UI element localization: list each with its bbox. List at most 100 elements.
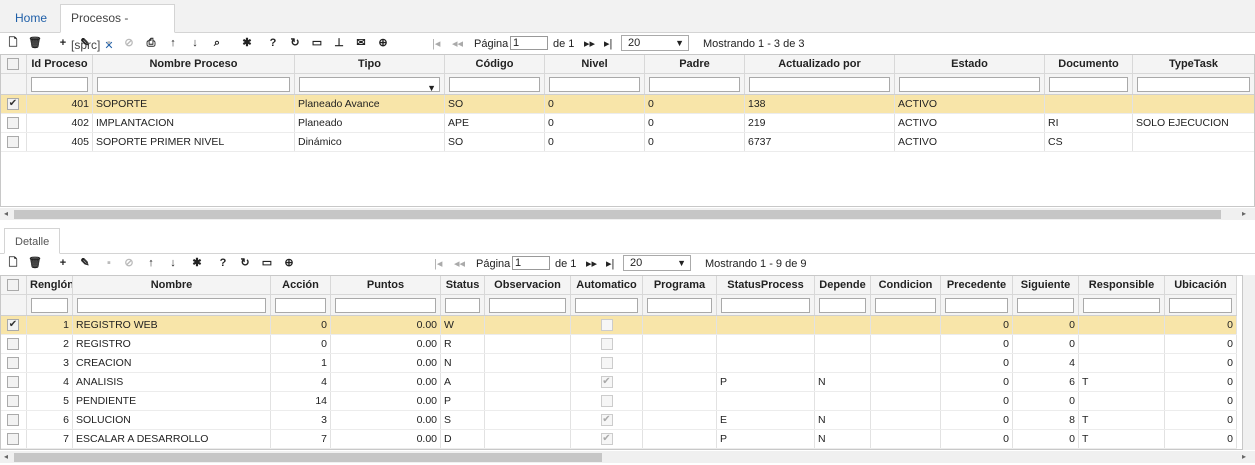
- refresh-icon[interactable]: ↻: [238, 256, 252, 271]
- arrow-up-icon[interactable]: ↑: [144, 256, 158, 271]
- scroll-right-icon[interactable]: ▸: [1242, 208, 1246, 220]
- table-row[interactable]: ✔ 1 REGISTRO WEB 0 0.00 W 0 0 0: [1, 316, 1237, 335]
- filter-input[interactable]: [575, 298, 638, 313]
- row-select-cell[interactable]: [1, 373, 27, 391]
- table-row[interactable]: 405 SOPORTE PRIMER NIVEL Dinámico SO 0 0 6737 A…: [1, 133, 1254, 152]
- filter-input[interactable]: [1169, 298, 1232, 313]
- filter-input[interactable]: [31, 298, 68, 313]
- row-select-cell[interactable]: ✔: [1, 95, 27, 113]
- filter-input[interactable]: [31, 77, 88, 92]
- row-checkbox[interactable]: [7, 357, 19, 369]
- row-select-cell[interactable]: [1, 133, 27, 151]
- select-all-cell[interactable]: [1, 276, 27, 294]
- filter-input[interactable]: [449, 77, 540, 92]
- filter-input[interactable]: [275, 298, 326, 313]
- row-checkbox[interactable]: ✔: [7, 98, 19, 110]
- plus-circle-icon[interactable]: ⊕: [376, 36, 390, 51]
- filter-input[interactable]: [649, 77, 740, 92]
- cancel-icon[interactable]: ⊘: [122, 36, 136, 51]
- tab-detalle[interactable]: Detalle: [4, 228, 61, 254]
- prev-page-icon[interactable]: ◂◂: [454, 256, 465, 272]
- first-page-icon[interactable]: |◂: [432, 36, 440, 52]
- filter-input[interactable]: [335, 298, 436, 313]
- filter-input[interactable]: [549, 77, 640, 92]
- filter-input[interactable]: [77, 298, 266, 313]
- edit-icon[interactable]: ✎: [78, 256, 92, 271]
- filter-input[interactable]: [1083, 298, 1160, 313]
- help-icon[interactable]: ?: [266, 36, 280, 51]
- trash-icon[interactable]: 🗑: [28, 36, 42, 51]
- filter-input[interactable]: [445, 298, 480, 313]
- filter-input[interactable]: [97, 77, 290, 92]
- arrow-down-icon[interactable]: ↓: [166, 256, 180, 271]
- table-row[interactable]: 4 ANALISIS 4 0.00 A ✔ P N 0 6 T 0: [1, 373, 1237, 392]
- row-checkbox[interactable]: [7, 395, 19, 407]
- last-page-icon[interactable]: ▸|: [606, 256, 614, 272]
- row-checkbox[interactable]: [7, 376, 19, 388]
- filter-input[interactable]: [1049, 77, 1128, 92]
- page-size-select[interactable]: 20 ▼: [623, 255, 691, 271]
- table-row[interactable]: 3 CREACION 1 0.00 N 0 4 0: [1, 354, 1237, 373]
- next-page-icon[interactable]: ▸▸: [584, 36, 595, 52]
- row-checkbox[interactable]: [7, 117, 19, 129]
- cancel-icon[interactable]: ⊘: [122, 256, 136, 271]
- new-file-icon[interactable]: 🗋: [6, 36, 20, 51]
- next-page-icon[interactable]: ▸▸: [586, 256, 597, 272]
- save-icon[interactable]: ▪: [102, 256, 116, 271]
- gear-icon[interactable]: ✱: [190, 256, 204, 271]
- table-row[interactable]: 7 ESCALAR A DESARROLLO 7 0.00 D ✔ P N 0 0 T 0: [1, 430, 1237, 449]
- filter-input[interactable]: [819, 298, 866, 313]
- scroll-thumb[interactable]: [14, 453, 602, 462]
- comment-icon[interactable]: ▭: [310, 36, 324, 51]
- trash-icon[interactable]: 🗑: [28, 256, 42, 271]
- filter-input[interactable]: [489, 298, 566, 313]
- gear-icon[interactable]: ✱: [240, 36, 254, 51]
- table-row[interactable]: 5 PENDIENTE 14 0.00 P 0 0 0: [1, 392, 1237, 411]
- detail-grid-vscroll[interactable]: [1243, 275, 1255, 450]
- last-page-icon[interactable]: ▸|: [604, 36, 612, 52]
- page-size-select[interactable]: 20 ▼: [621, 35, 689, 51]
- row-checkbox[interactable]: [7, 414, 19, 426]
- scroll-thumb[interactable]: [14, 210, 1221, 219]
- filter-input[interactable]: [1017, 298, 1074, 313]
- tab-home[interactable]: Home: [4, 4, 57, 33]
- select-all-cell[interactable]: [1, 55, 27, 73]
- filter-input[interactable]: [1137, 77, 1250, 92]
- comment-icon[interactable]: ▭: [260, 256, 274, 271]
- row-select-cell[interactable]: [1, 392, 27, 410]
- tab-procesos[interactable]: Procesos -[sprc] ✕: [60, 4, 175, 52]
- filter-input[interactable]: [875, 298, 936, 313]
- row-checkbox[interactable]: [7, 136, 19, 148]
- filter-input[interactable]: [899, 77, 1040, 92]
- table-row[interactable]: 2 REGISTRO 0 0.00 R 0 0 0: [1, 335, 1237, 354]
- row-select-cell[interactable]: [1, 354, 27, 372]
- add-icon[interactable]: +: [56, 36, 70, 51]
- select-all-checkbox[interactable]: [7, 279, 19, 291]
- new-file-icon[interactable]: 🗋: [6, 256, 20, 271]
- row-checkbox[interactable]: [7, 338, 19, 350]
- page-input[interactable]: 1: [510, 36, 548, 50]
- edit-icon[interactable]: ✎: [78, 36, 92, 51]
- row-select-cell[interactable]: [1, 411, 27, 429]
- table-row[interactable]: 6 SOLUCION 3 0.00 S ✔ E N 0 8 T 0: [1, 411, 1237, 430]
- filter-select[interactable]: ▼: [299, 77, 440, 93]
- first-page-icon[interactable]: |◂: [434, 256, 442, 272]
- detail-grid-hscroll[interactable]: ◂ ▸: [0, 451, 1255, 463]
- arrow-down-icon[interactable]: ↓: [188, 36, 202, 51]
- help-icon[interactable]: ?: [216, 256, 230, 271]
- row-select-cell[interactable]: ✔: [1, 316, 27, 334]
- row-checkbox[interactable]: [7, 433, 19, 445]
- select-all-checkbox[interactable]: [7, 58, 19, 70]
- plus-circle-icon[interactable]: ⊕: [282, 256, 296, 271]
- scroll-right-icon[interactable]: ▸: [1242, 451, 1246, 463]
- scroll-left-icon[interactable]: ◂: [4, 208, 8, 220]
- add-icon[interactable]: +: [56, 256, 70, 271]
- filter-input[interactable]: [945, 298, 1008, 313]
- print-icon[interactable]: ⎙: [144, 36, 158, 51]
- filter-input[interactable]: [647, 298, 712, 313]
- save-icon[interactable]: ▪: [102, 36, 116, 51]
- scroll-left-icon[interactable]: ◂: [4, 451, 8, 463]
- page-input[interactable]: 1: [512, 256, 550, 270]
- filter-input[interactable]: [721, 298, 810, 313]
- prev-page-icon[interactable]: ◂◂: [452, 36, 463, 52]
